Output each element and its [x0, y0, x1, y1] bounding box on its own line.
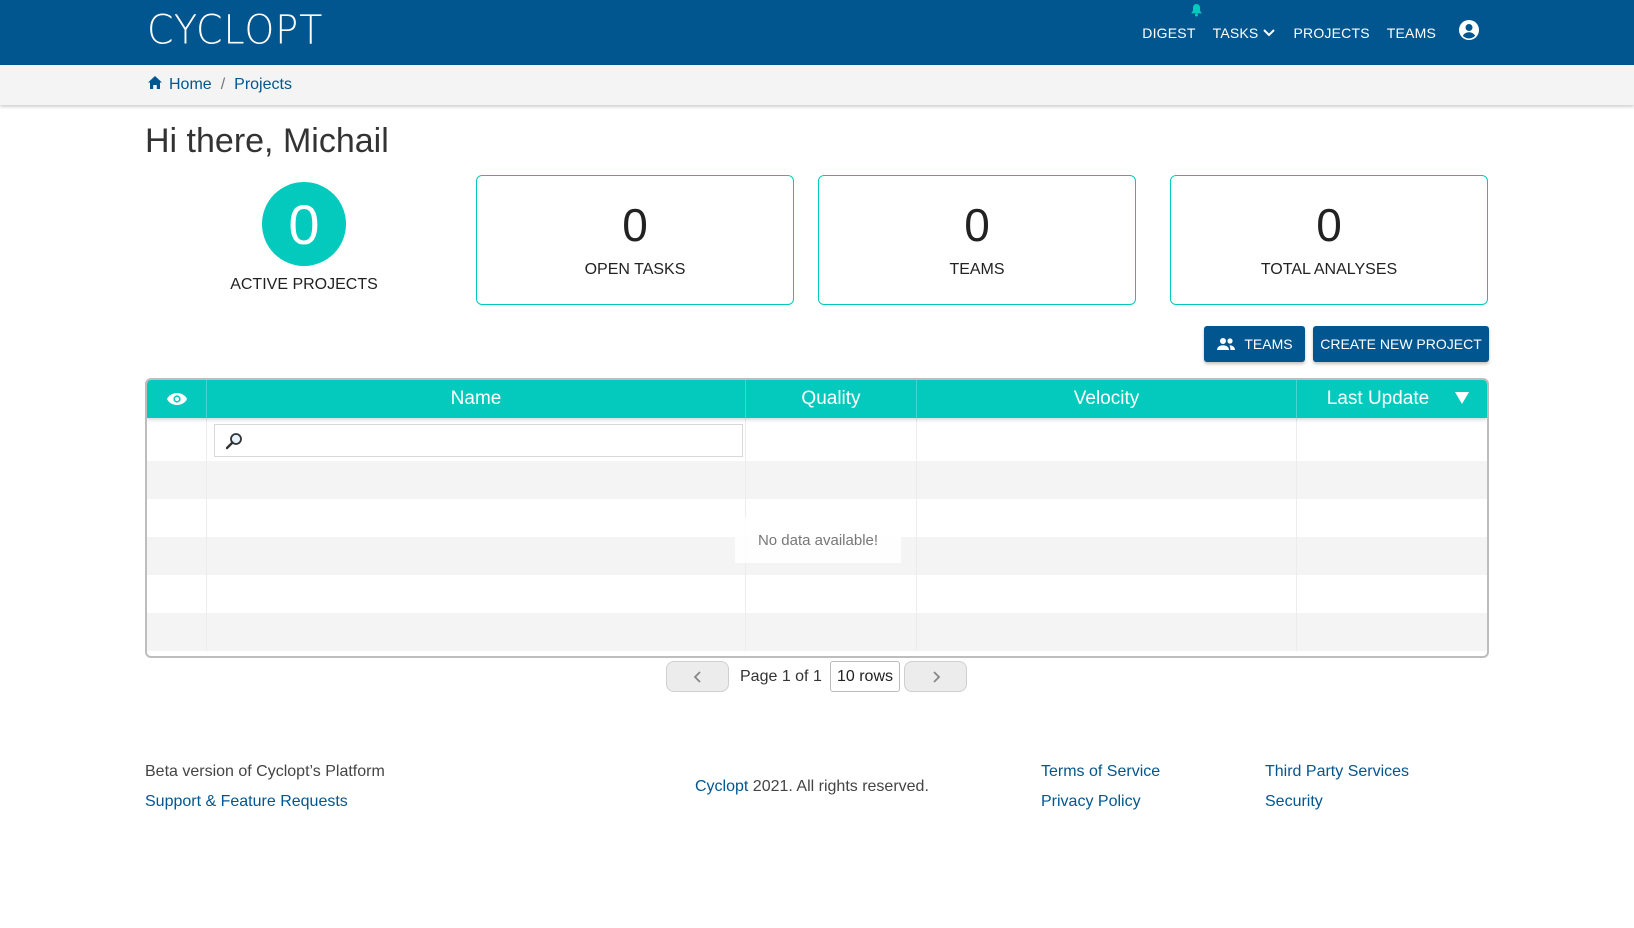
privacy-policy-link[interactable]: Privacy Policy: [1041, 793, 1141, 811]
eye-icon: [166, 393, 187, 405]
visibility-column-toggle[interactable]: [147, 380, 207, 418]
cyclopt-logo[interactable]: CYCLOPT: [147, 7, 323, 53]
create-new-project-label: CREATE NEW PROJECT: [1320, 336, 1482, 352]
search-icon: [225, 433, 242, 450]
nav-tasks-label: TASKS: [1212, 24, 1259, 41]
active-projects-label: ACTIVE PROJECTS: [230, 276, 378, 293]
rows-per-page-select[interactable]: 10 rows: [830, 661, 900, 692]
home-icon[interactable]: [147, 75, 163, 95]
nav-links: DIGEST TASKS PROJECTS TEAMS: [1125, 0, 1480, 65]
create-new-project-button[interactable]: CREATE NEW PROJECT: [1313, 326, 1489, 362]
breadcrumb-separator: /: [220, 76, 226, 93]
column-last-update-label: Last Update: [1326, 388, 1430, 409]
security-link[interactable]: Security: [1265, 793, 1323, 811]
page-title: Hi there, Michail: [145, 122, 389, 160]
name-search-input[interactable]: [214, 424, 743, 457]
column-velocity-label: Velocity: [1073, 388, 1140, 409]
open-tasks-count: 0: [622, 199, 648, 251]
nav-tasks[interactable]: TASKS: [1213, 25, 1277, 41]
nav-teams-label: TEAMS: [1386, 24, 1436, 41]
nav-digest-label: DIGEST: [1142, 24, 1196, 41]
projects-table: Name Quality Velocity Last Update No dat…: [145, 378, 1489, 658]
table-row: [147, 575, 1487, 613]
account-icon[interactable]: [1458, 19, 1480, 46]
column-header-quality[interactable]: Quality: [746, 380, 917, 418]
nav-digest[interactable]: DIGEST: [1142, 3, 1202, 41]
teams-count: 0: [964, 199, 990, 251]
beta-notice: Beta version of Cyclopt’s Platform: [145, 763, 385, 780]
previous-page-button[interactable]: [666, 661, 729, 692]
breadcrumb-bar: Home / Projects: [0, 65, 1634, 105]
copyright-brand-link[interactable]: Cyclopt: [695, 778, 748, 795]
chevron-right-icon: [932, 670, 940, 683]
breadcrumb-projects[interactable]: Projects: [234, 76, 292, 94]
next-page-button[interactable]: [904, 661, 967, 692]
copyright-text: 2021. All rights reserved.: [748, 778, 929, 795]
column-header-last-update[interactable]: Last Update: [1297, 380, 1487, 418]
third-party-services-link[interactable]: Third Party Services: [1265, 763, 1409, 781]
teams-label: TEAMS: [949, 260, 1005, 278]
people-icon: [1217, 338, 1236, 350]
nav-projects-label: PROJECTS: [1293, 24, 1370, 41]
nav-projects[interactable]: PROJECTS: [1293, 25, 1369, 41]
total-analyses-card: 0 TOTAL ANALYSES: [1170, 175, 1488, 305]
page-indicator: Page 1 of 1: [740, 668, 822, 685]
terms-of-service-link[interactable]: Terms of Service: [1041, 763, 1160, 781]
chevron-left-icon: [693, 670, 701, 683]
column-quality-label: Quality: [801, 388, 861, 409]
empty-state-message: No data available!: [735, 517, 901, 563]
chevron-down-icon: [1263, 28, 1276, 36]
total-analyses-count: 0: [1316, 199, 1342, 251]
table-row: [147, 461, 1487, 499]
active-projects-count: 0: [262, 182, 346, 266]
breadcrumb: Home / Projects: [147, 75, 292, 95]
top-navbar: CYCLOPT DIGEST TASKS PROJECTS TEAMS: [0, 0, 1634, 65]
teams-button[interactable]: TEAMS: [1204, 326, 1305, 362]
open-tasks-card: 0 OPEN TASKS: [476, 175, 794, 305]
sort-desc-icon[interactable]: [1455, 392, 1469, 404]
table-row: [147, 613, 1487, 651]
teams-card: 0 TEAMS: [818, 175, 1136, 305]
copyright: Cyclopt 2021. All rights reserved.: [695, 778, 929, 796]
breadcrumb-home[interactable]: Home: [169, 76, 212, 94]
column-name-label: Name: [450, 388, 502, 409]
table-header: Name Quality Velocity Last Update: [147, 380, 1487, 418]
total-analyses-label: TOTAL ANALYSES: [1260, 260, 1398, 278]
nav-teams[interactable]: TEAMS: [1387, 25, 1436, 41]
teams-button-label: TEAMS: [1244, 336, 1293, 352]
support-link[interactable]: Support & Feature Requests: [145, 793, 348, 811]
bell-icon[interactable]: [1186, 3, 1203, 20]
column-header-velocity[interactable]: Velocity: [917, 380, 1297, 418]
open-tasks-label: OPEN TASKS: [584, 260, 686, 278]
column-header-name[interactable]: Name: [207, 380, 746, 418]
